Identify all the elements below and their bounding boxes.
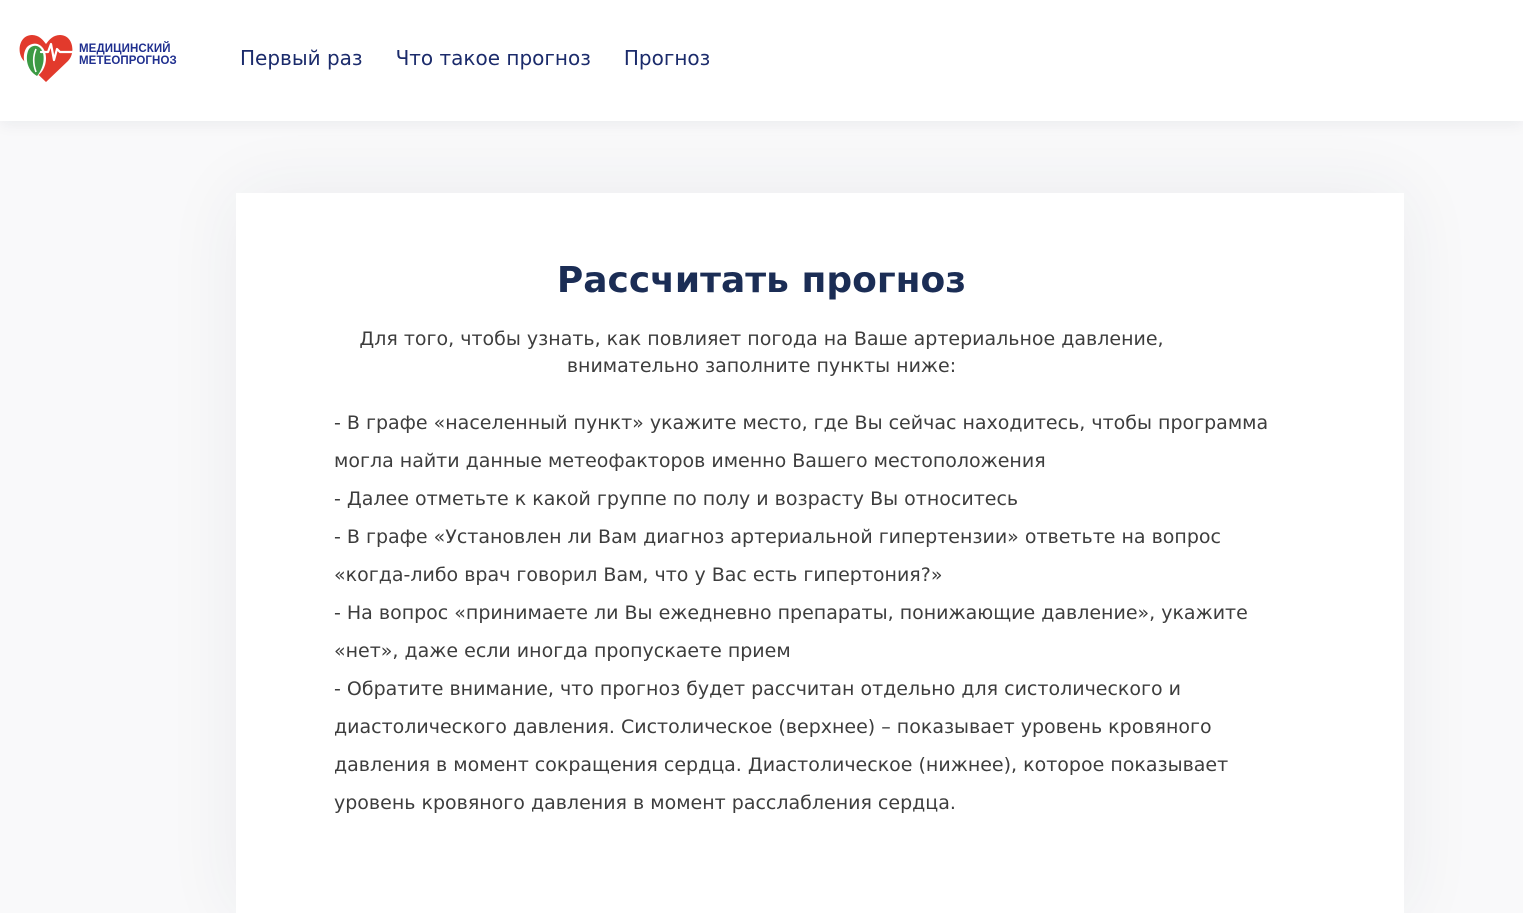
instruction-line: - В графе «Установлен ли Вам диагноз арт… — [334, 526, 1221, 548]
site-logo[interactable]: МЕДИЦИНСКИЙ МЕТЕОПРОГНОЗ — [17, 30, 177, 84]
instruction-line: могла найти данные метеофакторов именно … — [334, 450, 1046, 472]
instruction-line: - Обратите внимание, что прогноз будет р… — [334, 678, 1182, 700]
instruction-line: - Далее отметьте к какой группе по полу … — [334, 488, 1019, 510]
instruction-line: «когда-либо врач говорил Вам, что у Вас … — [334, 564, 943, 586]
instruction-line: - На вопрос «принимаете ли Вы ежедневно … — [334, 602, 1248, 624]
instruction-line: - В графе «населенный пункт» укажите мес… — [334, 412, 1269, 434]
intro-text: Для того, чтобы узнать, как повлияет пог… — [0, 326, 1523, 380]
page-title: Рассчитать прогноз — [556, 260, 967, 301]
logo-text: МЕДИЦИНСКИЙ МЕТЕОПРОГНОЗ — [79, 43, 177, 68]
instructions-list: - В графе «населенный пункт» укажите мес… — [334, 404, 1314, 822]
logo-line-2: МЕТЕОПРОГНОЗ — [79, 55, 177, 67]
instruction-line: диастолического давления. Систолическое … — [334, 716, 1212, 738]
nav-forecast[interactable]: Прогноз — [624, 43, 710, 73]
intro-line: внимательно заполните пункты ниже: — [566, 355, 957, 377]
site-header: МЕДИЦИНСКИЙ МЕТЕОПРОГНОЗ Первый раз Что … — [0, 0, 1523, 121]
heart-leaf-pulse-icon — [19, 35, 76, 82]
nav-first-time[interactable]: Первый раз — [240, 43, 363, 73]
nav-what-is-forecast[interactable]: Что такое прогноз — [396, 43, 591, 73]
intro-line: Для того, чтобы узнать, как повлияет пог… — [359, 328, 1164, 350]
main-nav: Первый раз Что такое прогноз Прогноз — [240, 43, 710, 73]
instruction-line: давления в момент сокращения сердца. Диа… — [334, 754, 1229, 776]
logo-line-1: МЕДИЦИНСКИЙ — [79, 42, 171, 55]
instruction-line: «нет», даже если иногда пропускаете прие… — [334, 640, 791, 662]
instruction-line: уровень кровяного давления в момент расс… — [334, 792, 956, 814]
